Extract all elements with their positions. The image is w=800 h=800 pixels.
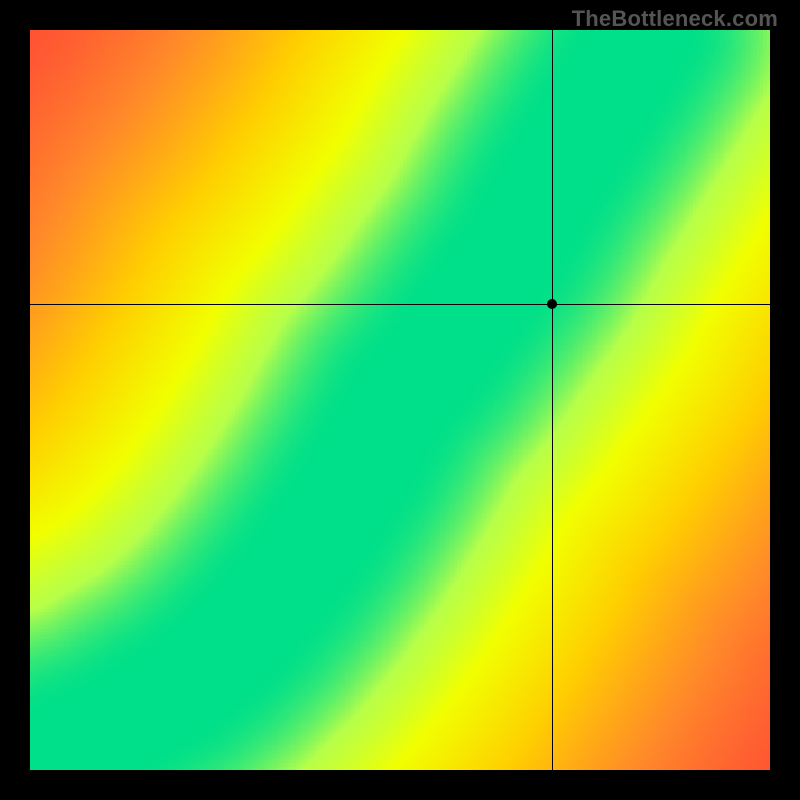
watermark-text: TheBottleneck.com <box>572 6 778 32</box>
crosshair-point <box>547 299 557 309</box>
heatmap-canvas <box>30 30 770 770</box>
crosshair-horizontal <box>30 304 770 305</box>
chart-stage: TheBottleneck.com <box>0 0 800 800</box>
crosshair-vertical <box>552 30 553 770</box>
